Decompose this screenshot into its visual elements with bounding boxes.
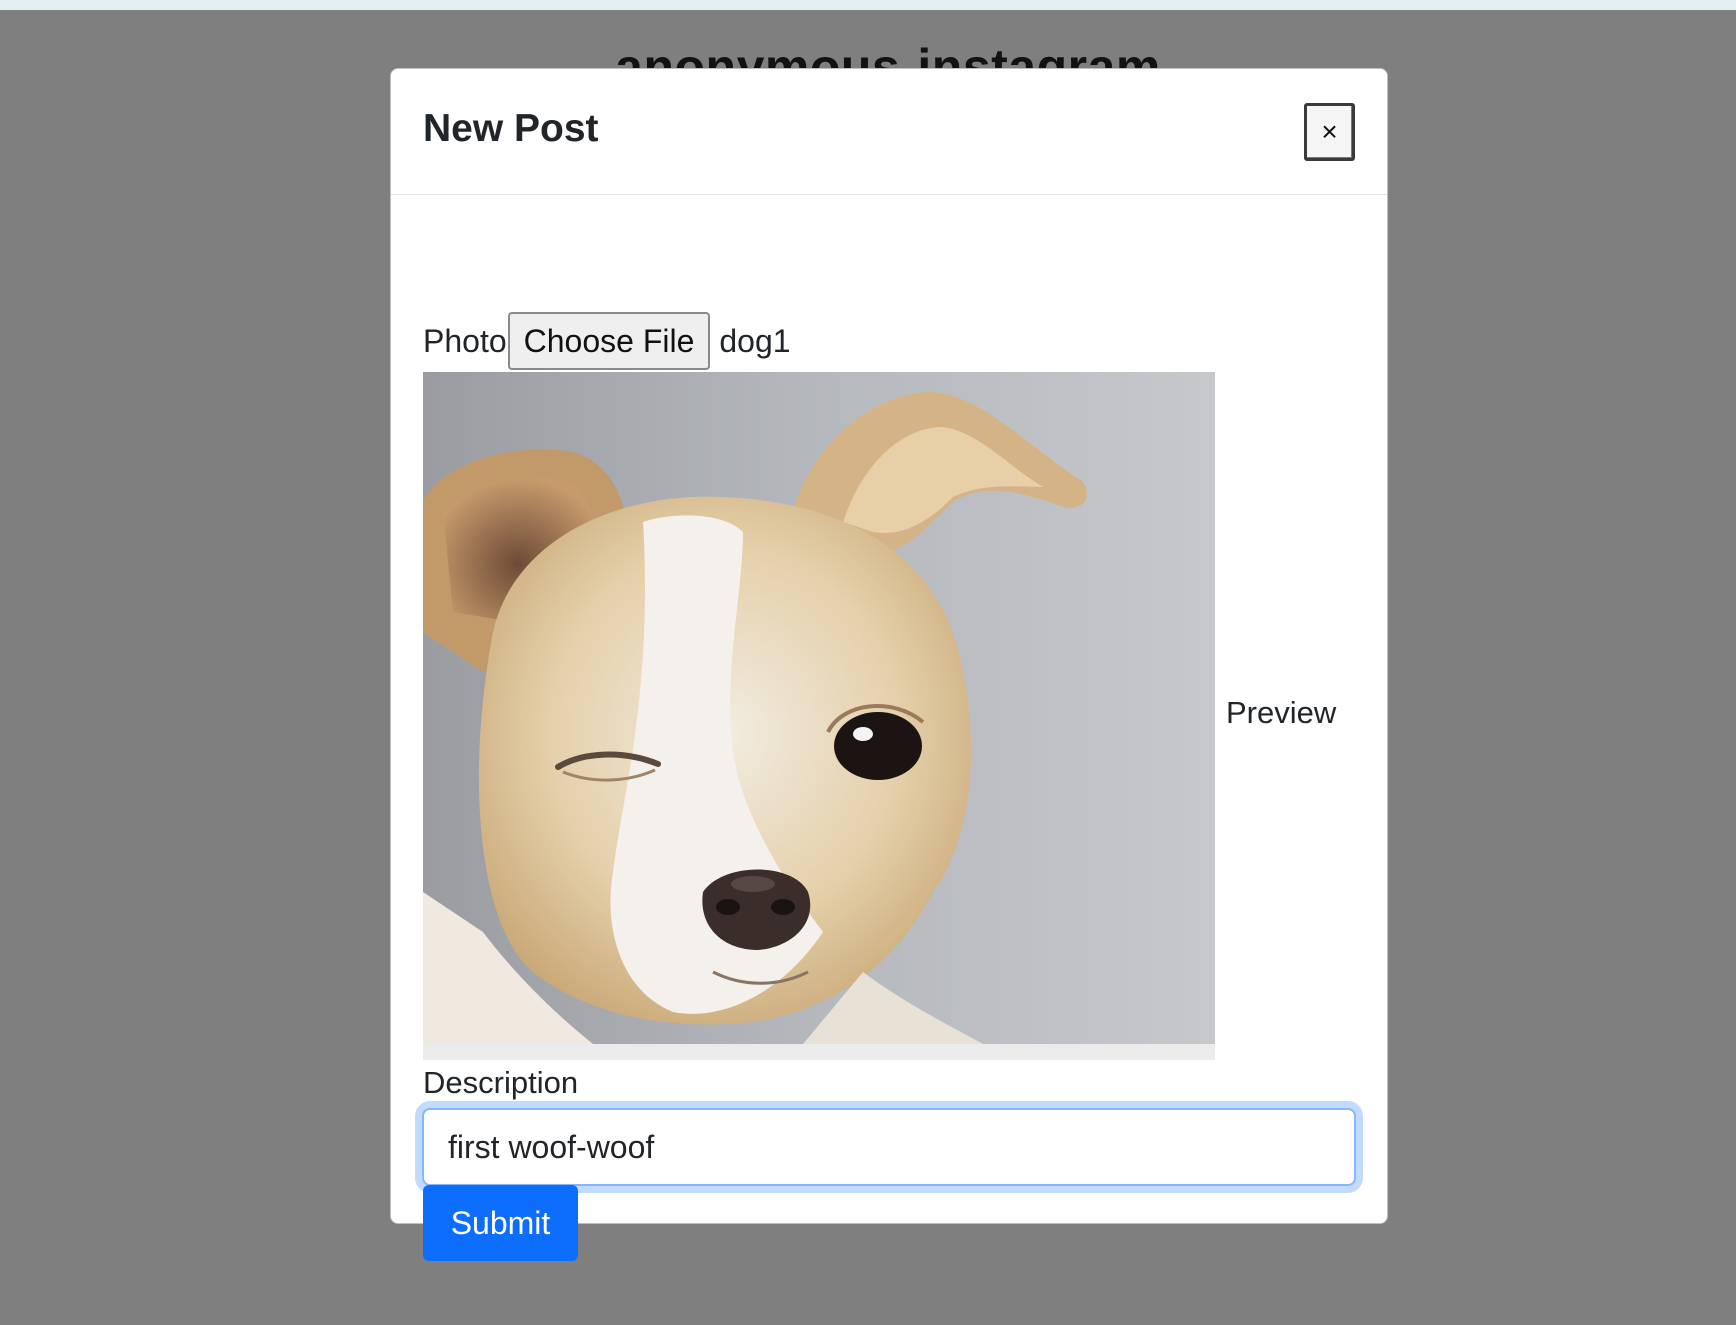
close-icon: × (1321, 116, 1338, 147)
preview-image (423, 372, 1215, 1044)
preview-label: Preview (1226, 695, 1337, 730)
browser-top-border (0, 0, 1736, 10)
submit-button[interactable]: Submit (423, 1185, 578, 1261)
new-post-modal: New Post × Photo Choose File dog1 Previe… (390, 68, 1388, 1261)
photo-label: Photo (423, 322, 507, 359)
modal-title: New Post (423, 107, 599, 150)
description-label: Description (423, 1065, 579, 1100)
choose-file-button[interactable]: Choose File (507, 312, 711, 370)
description-input[interactable] (422, 1108, 1356, 1186)
modal-body: Photo Choose File dog1 Preview Descripti… (422, 195, 1356, 1261)
preview-container (423, 372, 1215, 1060)
close-button[interactable]: × (1304, 103, 1355, 161)
photo-field: Photo Choose File dog1 (423, 311, 791, 371)
selected-file-name: dog1 (719, 322, 791, 359)
modal-header: New Post × (391, 69, 1387, 195)
